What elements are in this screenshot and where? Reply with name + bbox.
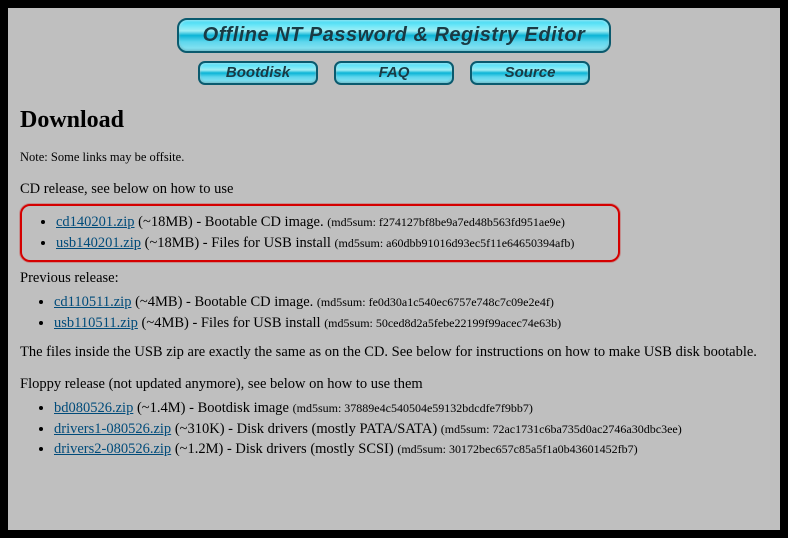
list-item: bd080526.zip (~1.4M) - Bootdisk image (m… <box>54 399 768 419</box>
cd-zip-desc: (~18MB) - Bootable CD image. <box>135 214 328 230</box>
floppy-d2-link[interactable]: drivers2-080526.zip <box>54 441 171 457</box>
list-item: drivers2-080526.zip (~1.2M) - Disk drive… <box>54 440 768 460</box>
list-item: cd140201.zip (~18MB) - Bootable CD image… <box>56 213 610 233</box>
floppy-d1-desc: (~310K) - Disk drivers (mostly PATA/SATA… <box>171 421 441 437</box>
floppy-bd-md5: (md5sum: 37889e4c540504e59132bdcdfe7f9bb… <box>293 401 533 415</box>
prev-usb-zip-md5: (md5sum: 50ced8d2a5febe22199f99acec74e63… <box>324 316 561 330</box>
floppy-intro: Floppy release (not updated anymore), se… <box>20 376 768 393</box>
nav: Bootdisk FAQ Source <box>8 61 780 85</box>
note: Note: Some links may be offsite. <box>20 150 768 165</box>
content: Download Note: Some links may be offsite… <box>8 85 780 460</box>
usb-note: The files inside the USB zip are exactly… <box>20 343 768 362</box>
floppy-bd-link[interactable]: bd080526.zip <box>54 400 133 416</box>
floppy-bd-desc: (~1.4M) - Bootdisk image <box>133 400 292 416</box>
list-item: drivers1-080526.zip (~310K) - Disk drive… <box>54 420 768 440</box>
list-item: usb110511.zip (~4MB) - Files for USB ins… <box>54 314 768 334</box>
page: Offline NT Password & Registry Editor Bo… <box>8 8 780 530</box>
nav-source[interactable]: Source <box>470 61 590 85</box>
usb-zip-md5: (md5sum: a60dbb91016d93ec5f11e64650394af… <box>335 236 575 250</box>
prev-cd-zip-desc: (~4MB) - Bootable CD image. <box>131 294 316 310</box>
prev-release-intro: Previous release: <box>20 270 768 287</box>
nav-faq[interactable]: FAQ <box>334 61 454 85</box>
page-title: Download <box>20 107 768 134</box>
banner-title: Offline NT Password & Registry Editor <box>177 18 612 53</box>
prev-usb-zip-link[interactable]: usb110511.zip <box>54 315 138 331</box>
prev-cd-zip-link[interactable]: cd110511.zip <box>54 294 131 310</box>
header: Offline NT Password & Registry Editor Bo… <box>8 8 780 85</box>
nav-bootdisk[interactable]: Bootdisk <box>198 61 318 85</box>
floppy-d2-md5: (md5sum: 30172bec657c85a5f1a0b43601452fb… <box>397 442 637 456</box>
floppy-d1-md5: (md5sum: 72ac1731c6ba735d0ac2746a30dbc3e… <box>441 422 682 436</box>
floppy-d2-desc: (~1.2M) - Disk drivers (mostly SCSI) <box>171 441 397 457</box>
usb-zip-desc: (~18MB) - Files for USB install <box>141 235 335 251</box>
cd-zip-link[interactable]: cd140201.zip <box>56 214 135 230</box>
list-item: cd110511.zip (~4MB) - Bootable CD image.… <box>54 293 768 313</box>
prev-cd-zip-md5: (md5sum: fe0d30a1c540ec6757e748c7c09e2e4… <box>317 295 554 309</box>
highlighted-release-box: cd140201.zip (~18MB) - Bootable CD image… <box>20 204 620 262</box>
floppy-d1-link[interactable]: drivers1-080526.zip <box>54 421 171 437</box>
cd-release-intro: CD release, see below on how to use <box>20 181 768 198</box>
prev-usb-zip-desc: (~4MB) - Files for USB install <box>138 315 324 331</box>
cd-zip-md5: (md5sum: f274127bf8be9a7ed48b563fd951ae9… <box>327 215 565 229</box>
list-item: usb140201.zip (~18MB) - Files for USB in… <box>56 234 610 254</box>
usb-zip-link[interactable]: usb140201.zip <box>56 235 141 251</box>
